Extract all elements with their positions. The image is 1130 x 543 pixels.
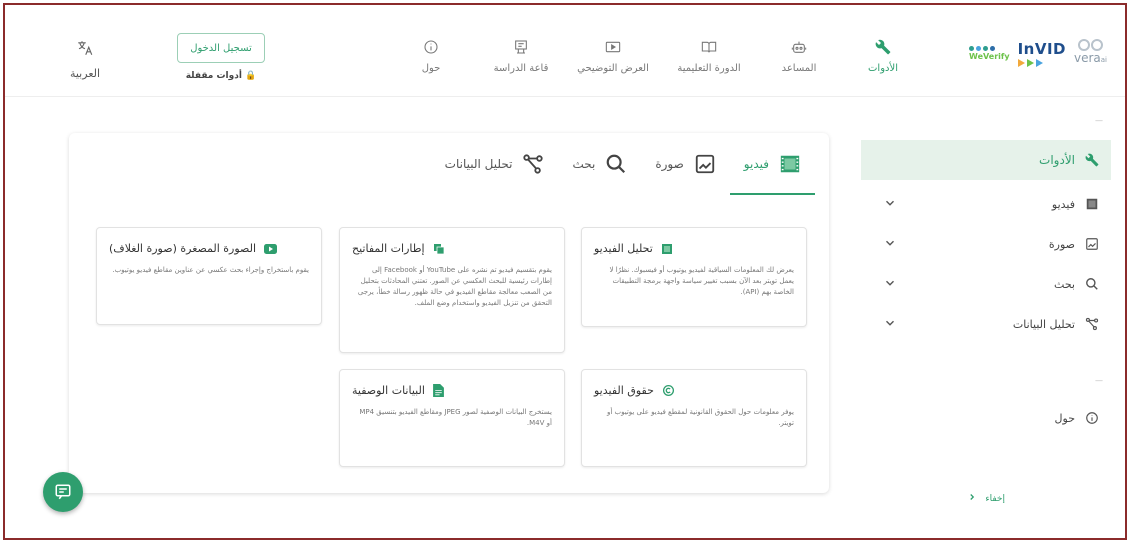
nav-about[interactable]: حول <box>391 39 471 74</box>
sidebar: — الأدوات فيديو صورة بحث تحليل البيانات <box>859 98 1125 538</box>
youtube-icon <box>264 243 278 254</box>
category-tabs: تحليل البيانات بحث صورة فيديو <box>69 133 829 195</box>
classroom-icon <box>481 39 561 55</box>
nav-tools[interactable]: الأدوات <box>843 39 923 74</box>
tab-image[interactable]: صورة <box>641 133 729 195</box>
login-button[interactable]: تسجيل الدخول <box>177 33 265 63</box>
feedback-icon <box>54 483 72 501</box>
translate-icon <box>57 39 113 57</box>
sidebar-tools[interactable]: الأدوات <box>861 140 1111 180</box>
sidebar-item-video[interactable]: فيديو <box>861 186 1111 222</box>
language-switch[interactable]: العربية <box>57 39 113 80</box>
chevron-down-icon[interactable] <box>883 316 897 333</box>
info-icon <box>391 39 471 55</box>
locked-tools-label: أدوات مقفلة 🔒 <box>185 71 257 81</box>
chevron-down-icon[interactable] <box>883 276 897 293</box>
nav-tutorial[interactable]: الدورة التعليمية <box>669 39 749 74</box>
tool-card-video-analysis[interactable]: تحليل الفيديو يعرض لك المعلومات السياقية… <box>581 227 807 327</box>
chevron-right-icon <box>967 492 977 505</box>
tab-video[interactable]: فيديو <box>729 133 816 195</box>
data-analysis-icon <box>522 153 544 175</box>
slideshow-icon <box>573 39 653 55</box>
film-icon <box>1085 197 1099 211</box>
video-analysis-icon <box>661 243 673 255</box>
copyright-icon <box>662 384 675 397</box>
nav-assistant[interactable]: المساعد <box>759 39 839 74</box>
lock-icon: 🔒 <box>245 71 257 81</box>
tools-card: تحليل البيانات بحث صورة فيديو تحليل الفي… <box>69 133 829 493</box>
vera-logo: veraai <box>1074 39 1107 67</box>
wrench-icon <box>843 39 923 55</box>
metadata-icon <box>432 384 444 397</box>
tool-card-video-rights[interactable]: حقوق الفيديو يوفر معلومات حول الحقوق الق… <box>581 369 807 467</box>
invid-logo: InVID <box>1017 40 1066 67</box>
brand-logos[interactable]: WeVerify InVID veraai <box>969 39 1107 67</box>
image-icon <box>1085 237 1099 251</box>
weverify-logo: WeVerify <box>969 45 1010 61</box>
image-icon <box>694 153 716 175</box>
book-icon <box>669 39 749 55</box>
chevron-down-icon[interactable] <box>883 196 897 213</box>
tools-section-header: — <box>1095 116 1103 125</box>
nav-classroom[interactable]: قاعة الدراسة <box>481 39 561 74</box>
tool-card-metadata[interactable]: البيانات الوصفية يستخرج البيانات الوصفية… <box>339 369 565 467</box>
wrench-icon <box>1085 153 1099 167</box>
feedback-button[interactable] <box>43 472 83 512</box>
sidebar-item-data-analysis[interactable]: تحليل البيانات <box>861 306 1111 342</box>
keyframes-icon <box>433 243 445 255</box>
chevron-down-icon[interactable] <box>883 236 897 253</box>
top-navigation: WeVerify InVID veraai الأدوات المساعد ال… <box>5 5 1125 97</box>
tool-card-thumbnail[interactable]: الصورة المصغرة (صورة الغلاف) يقوم باستخر… <box>96 227 322 325</box>
sidebar-item-search[interactable]: بحث <box>861 266 1111 302</box>
tab-data-analysis[interactable]: تحليل البيانات <box>431 133 559 195</box>
app-window: WeVerify InVID veraai الأدوات المساعد ال… <box>3 3 1127 540</box>
nav-demo[interactable]: العرض التوضيحي <box>573 39 653 74</box>
search-icon <box>605 153 627 175</box>
sidebar-collapse[interactable]: إخفاء <box>967 492 1005 505</box>
tool-card-keyframes[interactable]: إطارات المفاتيح يقوم بتقسيم فيديو تم نشر… <box>339 227 565 353</box>
sidebar-item-about[interactable]: حول <box>861 400 1111 436</box>
data-analysis-icon <box>1085 317 1099 331</box>
tab-search[interactable]: بحث <box>558 133 641 195</box>
film-icon <box>779 153 801 175</box>
search-icon <box>1085 277 1099 291</box>
sidebar-item-image[interactable]: صورة <box>861 226 1111 262</box>
about-section-header: — <box>1095 376 1103 385</box>
robot-icon <box>759 39 839 55</box>
info-icon <box>1085 411 1099 425</box>
